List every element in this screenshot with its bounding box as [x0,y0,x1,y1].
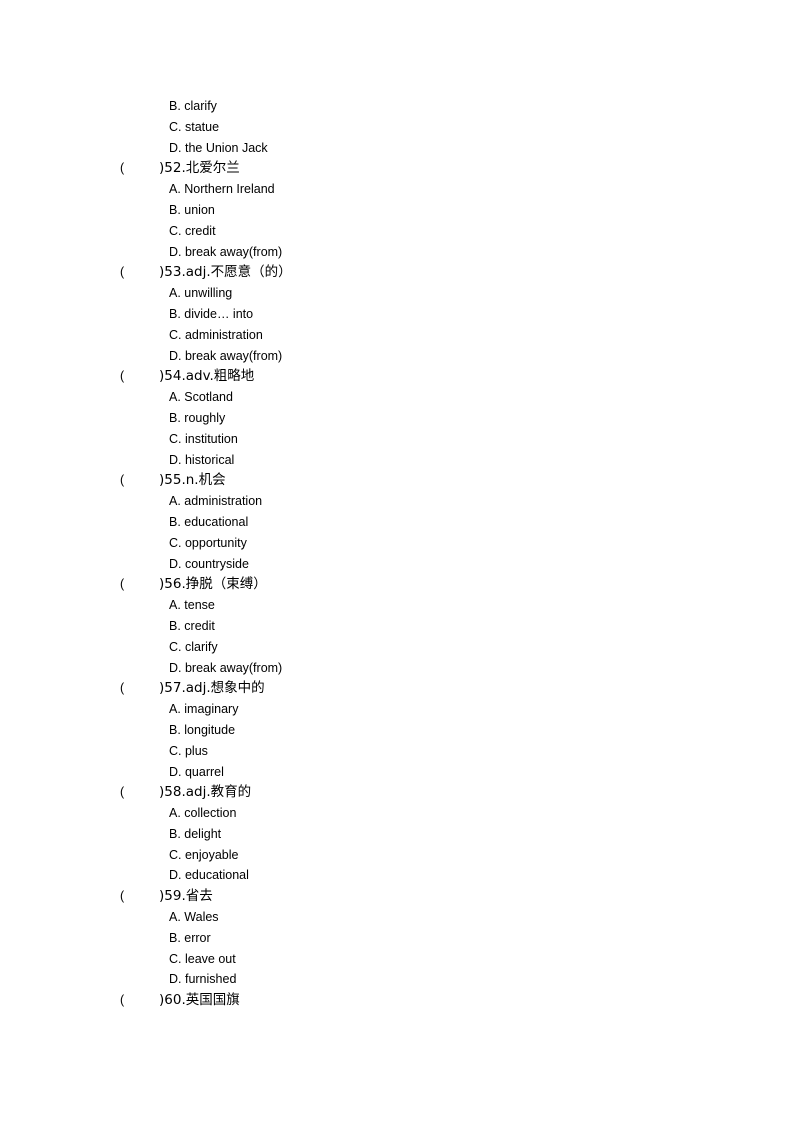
worksheet-page: B. clarify C. statue D. the Union Jack (… [0,96,794,1011]
option-c: C. plus [169,743,208,758]
option-a: A. Scotland [169,390,233,405]
answer-blank[interactable]: ( [120,470,124,491]
option-b: B. roughly [169,410,226,425]
option-b: B. credit [169,618,215,633]
option-a: A. tense [169,598,215,613]
option-d: D. break away(from) [169,660,283,675]
question-prompt: )52.北爱尔兰 [159,160,240,177]
question-57: ( )57.adj.想象中的 [0,678,794,699]
option-line: B. clarify [169,99,217,113]
option-a: A. Northern Ireland [169,182,275,197]
option-d: D. countryside [169,556,249,571]
question-60: ( )60.英国国旗 [0,990,794,1011]
option-b: B. longitude [169,722,236,737]
answer-blank[interactable]: ( [120,262,124,283]
question-prompt: )57.adj.想象中的 [159,680,265,697]
option-b: B. delight [169,826,222,841]
question-prompt: )55.n.机会 [159,472,226,489]
option-d: D. break away(from) [169,348,283,363]
question-53: ( )53.adj.不愿意（的） [0,262,794,283]
option-c: C. enjoyable [169,847,239,862]
option-c: C. institution [169,431,238,446]
question-54: ( )54.adv.粗略地 [0,366,794,387]
option-line: D. the Union Jack [169,140,268,155]
option-b: B. divide… into [169,306,254,321]
answer-blank[interactable]: ( [120,678,124,699]
answer-blank[interactable]: ( [120,574,124,595]
answer-blank[interactable]: ( [120,886,124,907]
option-a: A. imaginary [169,702,239,717]
question-58: ( )58.adj.教育的 [0,782,794,803]
question-59: ( )59.省去 [0,886,794,907]
option-a: A. administration [169,494,263,509]
option-b: B. educational [169,514,249,529]
option-b: B. union [169,202,215,217]
answer-blank[interactable]: ( [120,990,124,1011]
question-prompt: )54.adv.粗略地 [159,368,255,385]
answer-blank[interactable]: ( [120,158,124,179]
option-d: D. break away(from) [169,244,283,259]
question-prompt: )53.adj.不愿意（的） [159,264,292,281]
option-a: A. collection [169,806,237,821]
option-c: C. credit [169,223,216,238]
question-prompt: )56.挣脱（束缚） [159,576,267,593]
answer-blank[interactable]: ( [120,366,124,387]
option-line: C. statue [169,119,220,134]
option-d: D. historical [169,452,235,467]
question-52: ( )52.北爱尔兰 [0,158,794,179]
option-a: A. unwilling [169,286,233,301]
answer-blank[interactable]: ( [120,782,124,803]
option-c: C. opportunity [169,535,247,550]
option-c: C. leave out [169,951,236,966]
option-d: D. educational [169,868,249,883]
question-prompt: )59.省去 [159,888,213,905]
question-56: ( )56.挣脱（束缚） [0,574,794,595]
question-55: ( )55.n.机会 [0,470,794,491]
option-a: A. Wales [169,910,219,925]
question-prompt: )60.英国国旗 [159,992,240,1009]
question-prompt: )58.adj.教育的 [159,784,252,801]
option-c: C. clarify [169,639,218,654]
option-d: D. quarrel [169,764,224,779]
option-c: C. administration [169,327,263,342]
option-d: D. furnished [169,972,237,987]
option-b: B. error [169,930,211,945]
